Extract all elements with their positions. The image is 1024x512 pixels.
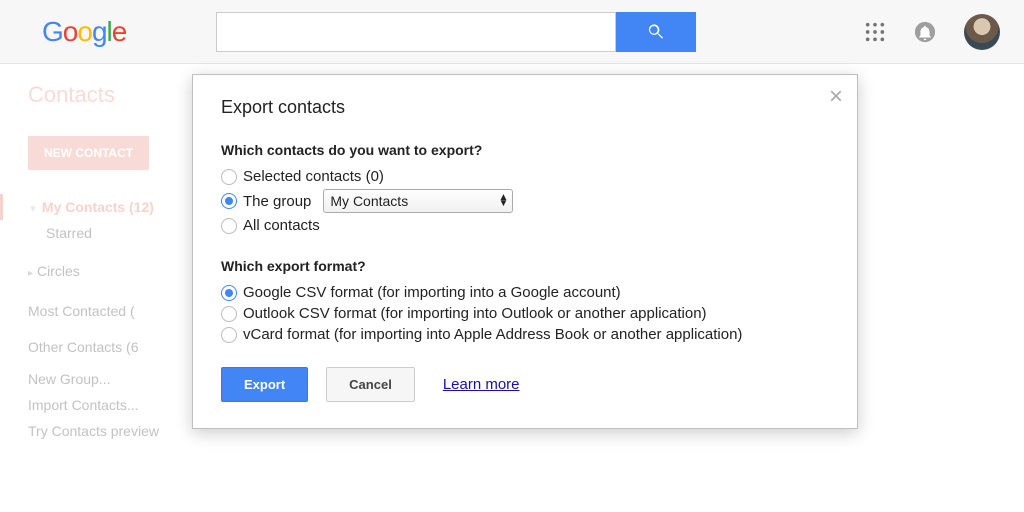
option-google-csv[interactable]: Google CSV format (for importing into a …	[221, 282, 829, 303]
search-input[interactable]	[216, 12, 616, 52]
caret-down-icon: ▼	[28, 204, 38, 215]
option-the-group[interactable]: The group My Contacts ▲▼	[221, 187, 829, 215]
radio-icon	[221, 169, 237, 185]
sidebar-item-starred[interactable]: Starred	[28, 220, 192, 246]
sidebar-item-import-contacts[interactable]: Import Contacts...	[28, 392, 192, 418]
radio-icon	[221, 193, 237, 209]
new-contact-button[interactable]: NEW CONTACT	[28, 136, 149, 170]
caret-right-icon: ▸	[28, 268, 33, 279]
option-outlook-csv[interactable]: Outlook CSV format (for importing into O…	[221, 303, 829, 324]
question-which-contacts: Which contacts do you want to export?	[221, 142, 829, 158]
google-logo: Google	[42, 16, 126, 48]
question-which-format: Which export format?	[221, 258, 829, 274]
radio-icon	[221, 285, 237, 301]
notifications-icon[interactable]	[914, 21, 936, 43]
dialog-actions: Export Cancel Learn more	[221, 367, 829, 402]
radio-icon	[221, 218, 237, 234]
account-avatar[interactable]	[964, 14, 1000, 50]
export-button[interactable]: Export	[221, 367, 308, 402]
header-right	[864, 14, 1000, 50]
sidebar-label: Circles	[37, 263, 80, 279]
select-arrows-icon: ▲▼	[498, 195, 506, 207]
sidebar-item-try-preview[interactable]: Try Contacts preview	[28, 418, 192, 444]
sidebar: Contacts NEW CONTACT ▼ My Contacts (12) S…	[0, 64, 200, 512]
option-label: Outlook CSV format (for importing into O…	[243, 305, 707, 322]
group-select-value: My Contacts	[330, 193, 408, 209]
sidebar-item-new-group[interactable]: New Group...	[28, 366, 192, 392]
learn-more-link[interactable]: Learn more	[443, 376, 520, 393]
search-button[interactable]	[616, 12, 696, 52]
option-label: vCard format (for importing into Apple A…	[243, 326, 742, 343]
option-label: The group	[243, 193, 311, 210]
option-all-contacts[interactable]: All contacts	[221, 215, 829, 236]
apps-icon[interactable]	[864, 21, 886, 43]
close-icon[interactable]: ×	[829, 85, 843, 109]
export-contacts-dialog: × Export contacts Which contacts do you …	[192, 74, 858, 429]
format-options: Google CSV format (for importing into a …	[221, 282, 829, 345]
sidebar-item-most-contacted[interactable]: Most Contacted (	[28, 298, 192, 324]
option-label: All contacts	[243, 217, 320, 234]
app-title: Contacts	[28, 82, 192, 108]
sidebar-item-other-contacts[interactable]: Other Contacts (6	[28, 334, 192, 360]
search-container	[216, 12, 696, 52]
radio-icon	[221, 306, 237, 322]
sidebar-label: My Contacts (12)	[42, 199, 154, 215]
sidebar-item-circles[interactable]: ▸ Circles	[28, 258, 192, 284]
radio-icon	[221, 327, 237, 343]
contact-scope-options: Selected contacts (0) The group My Conta…	[221, 166, 829, 236]
app-header: Google	[0, 0, 1024, 64]
sidebar-item-my-contacts[interactable]: ▼ My Contacts (12)	[0, 194, 192, 220]
search-icon	[646, 22, 666, 42]
dialog-title: Export contacts	[221, 97, 829, 118]
option-label: Selected contacts (0)	[243, 168, 384, 185]
option-selected-contacts[interactable]: Selected contacts (0)	[221, 166, 829, 187]
option-vcard[interactable]: vCard format (for importing into Apple A…	[221, 324, 829, 345]
cancel-button[interactable]: Cancel	[326, 367, 415, 402]
group-select[interactable]: My Contacts ▲▼	[323, 189, 513, 213]
option-label: Google CSV format (for importing into a …	[243, 284, 621, 301]
